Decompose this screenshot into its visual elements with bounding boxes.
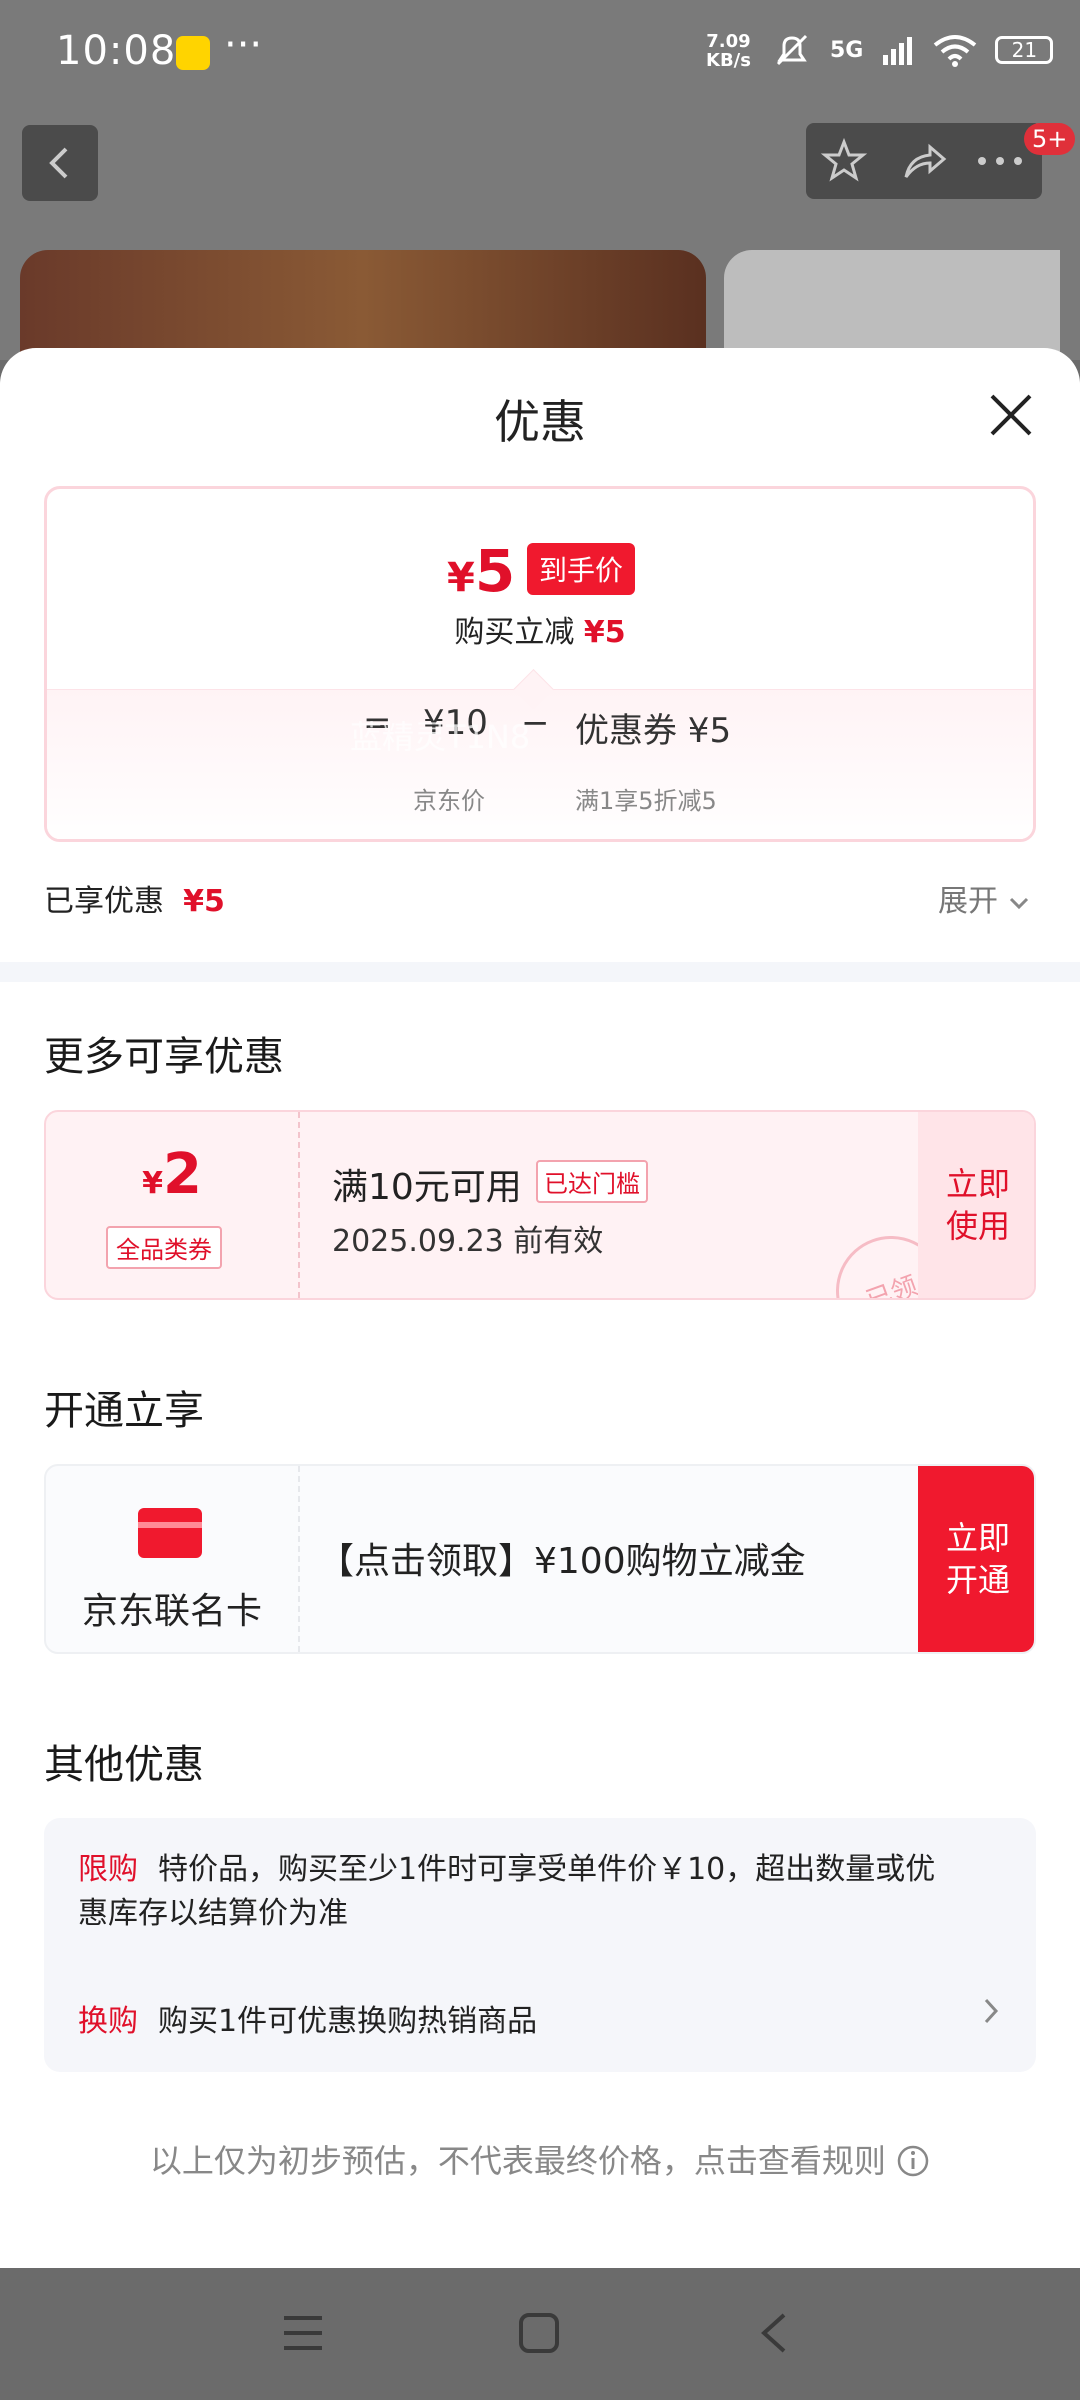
- coupon-amount: ¥2: [142, 1142, 202, 1207]
- final-price: ¥5: [447, 537, 516, 605]
- use-now-button[interactable]: 立即使用: [918, 1112, 1034, 1298]
- net-speed: 7.09 KB/s: [706, 31, 751, 71]
- expand-button[interactable]: 展开: [938, 876, 1030, 920]
- app-notification-icon: [176, 36, 210, 70]
- back-nav-icon[interactable]: [756, 2310, 792, 2356]
- jd-card-offer[interactable]: 京东联名卡 【点击领取】¥100购物立减金 立即开通: [44, 1464, 1036, 1654]
- watermark-text: 蓝精灵T1N8: [350, 718, 531, 756]
- chevron-down-icon: [1009, 897, 1028, 910]
- share-icon[interactable]: [900, 137, 948, 185]
- home-icon[interactable]: [516, 2310, 562, 2356]
- threshold-reached-badge: 已达门槛: [536, 1160, 648, 1203]
- chevron-left-icon: [49, 147, 68, 179]
- close-icon[interactable]: [986, 390, 1036, 440]
- discount-sheet: 优惠 ¥5 到手价 购买立减 ¥5 = ¥10 − 优惠券 ¥5 京东价 满1享…: [0, 348, 1080, 2268]
- message-count-badge: 5+: [1024, 123, 1076, 155]
- price-rule-note[interactable]: 以上仅为初步预估，不代表最终价格，点击查看规则: [0, 2136, 1080, 2182]
- jd-price-caption: 京东价: [413, 787, 485, 815]
- more-notifications-icon: ···: [224, 22, 263, 68]
- limit-purchase-row: 限购 特价品，购买至少1件时可享受单件价￥10，超出数量或优惠库存以结算价为准: [78, 1852, 936, 1931]
- signal-icon: [883, 37, 913, 65]
- info-icon: [897, 2145, 929, 2177]
- coupon-type-badge: 全品类券: [106, 1226, 222, 1269]
- more-icon[interactable]: [972, 137, 1028, 185]
- coupon-expiry: 2025.09.23 前有效: [332, 1224, 604, 1259]
- battery-level: 21: [1011, 38, 1038, 62]
- coupon-value: 优惠券 ¥5: [575, 711, 732, 751]
- other-offers: 限购 特价品，购买至少1件时可享受单件价￥10，超出数量或优惠库存以结算价为准 换…: [44, 1818, 1036, 2072]
- wifi-icon: [934, 35, 977, 67]
- chevron-right-icon: [984, 1998, 999, 2024]
- credit-card-icon: [138, 1508, 202, 1558]
- battery-icon: 21: [995, 36, 1054, 64]
- more-section-title: 更多可享优惠: [44, 1034, 284, 1080]
- top-actions: [806, 123, 1042, 199]
- network-type: 5G: [830, 37, 864, 63]
- sheet-title: 优惠: [494, 395, 586, 449]
- enjoyed-discount: 已享优惠 ¥5: [44, 884, 225, 919]
- star-icon[interactable]: [820, 137, 868, 185]
- open-now-button[interactable]: 立即开通: [918, 1466, 1034, 1652]
- status-time: 10:08: [56, 28, 177, 74]
- menu-icon[interactable]: [280, 2312, 326, 2354]
- mute-icon: [776, 34, 808, 66]
- card-name: 京东联名卡: [81, 1591, 262, 1632]
- coupon-condition: 满10元可用: [332, 1167, 522, 1208]
- open-section-title: 开通立享: [44, 1388, 204, 1434]
- final-price-tag: 到手价: [527, 543, 636, 595]
- reduction-line: 购买立减 ¥5: [454, 615, 626, 650]
- coupon-card: ¥2 全品类券 满10元可用 已达门槛 2025.09.23 前有效 已领 立即…: [44, 1110, 1036, 1300]
- back-button[interactable]: [22, 125, 98, 201]
- system-nav-bar: [0, 2268, 1080, 2400]
- swap-purchase-row[interactable]: 换购 购买1件可优惠换购热销商品: [78, 1996, 998, 2040]
- coupon-caption: 满1享5折减5: [575, 787, 717, 815]
- card-offer-text: 【点击领取】¥100购物立减金: [318, 1541, 806, 1582]
- price-summary-card: ¥5 到手价 购买立减 ¥5 = ¥10 − 优惠券 ¥5 京东价 满1享5折减…: [44, 486, 1036, 842]
- other-section-title: 其他优惠: [44, 1742, 204, 1788]
- status-bar: 10:08 ··· 7.09 KB/s 5G 21: [0, 0, 1080, 110]
